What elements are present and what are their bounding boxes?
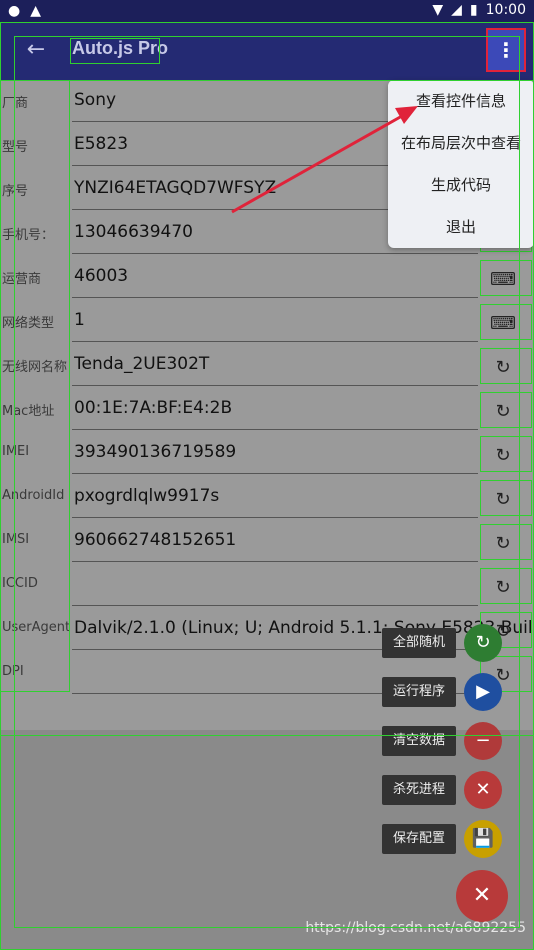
annotation-arrow <box>231 106 418 214</box>
fab-close-button[interactable]: ✕ <box>456 870 508 922</box>
fab-menu-label[interactable]: 杀死进程 <box>382 775 456 805</box>
arrow-line <box>231 114 403 214</box>
fab-menu-label[interactable]: 清空数据 <box>382 726 456 756</box>
fab-menu-circle-button[interactable]: ✕ <box>464 771 502 809</box>
fab-menu-circle-button[interactable]: 💾 <box>464 820 502 858</box>
fab-menu-circle-button[interactable]: − <box>464 722 502 760</box>
close-icon: ✕ <box>472 883 492 908</box>
arrow-head <box>395 106 418 124</box>
fab-menu-circle-button[interactable]: ↻ <box>464 624 502 662</box>
fab-menu-label[interactable]: 全部随机 <box>382 628 456 658</box>
fab-menu-circle-button[interactable]: ▶ <box>464 673 502 711</box>
fab-menu-label[interactable]: 运行程序 <box>382 677 456 707</box>
watermark: https://blog.csdn.net/a6892255 <box>305 920 526 936</box>
fab-menu-label[interactable]: 保存配置 <box>382 824 456 854</box>
